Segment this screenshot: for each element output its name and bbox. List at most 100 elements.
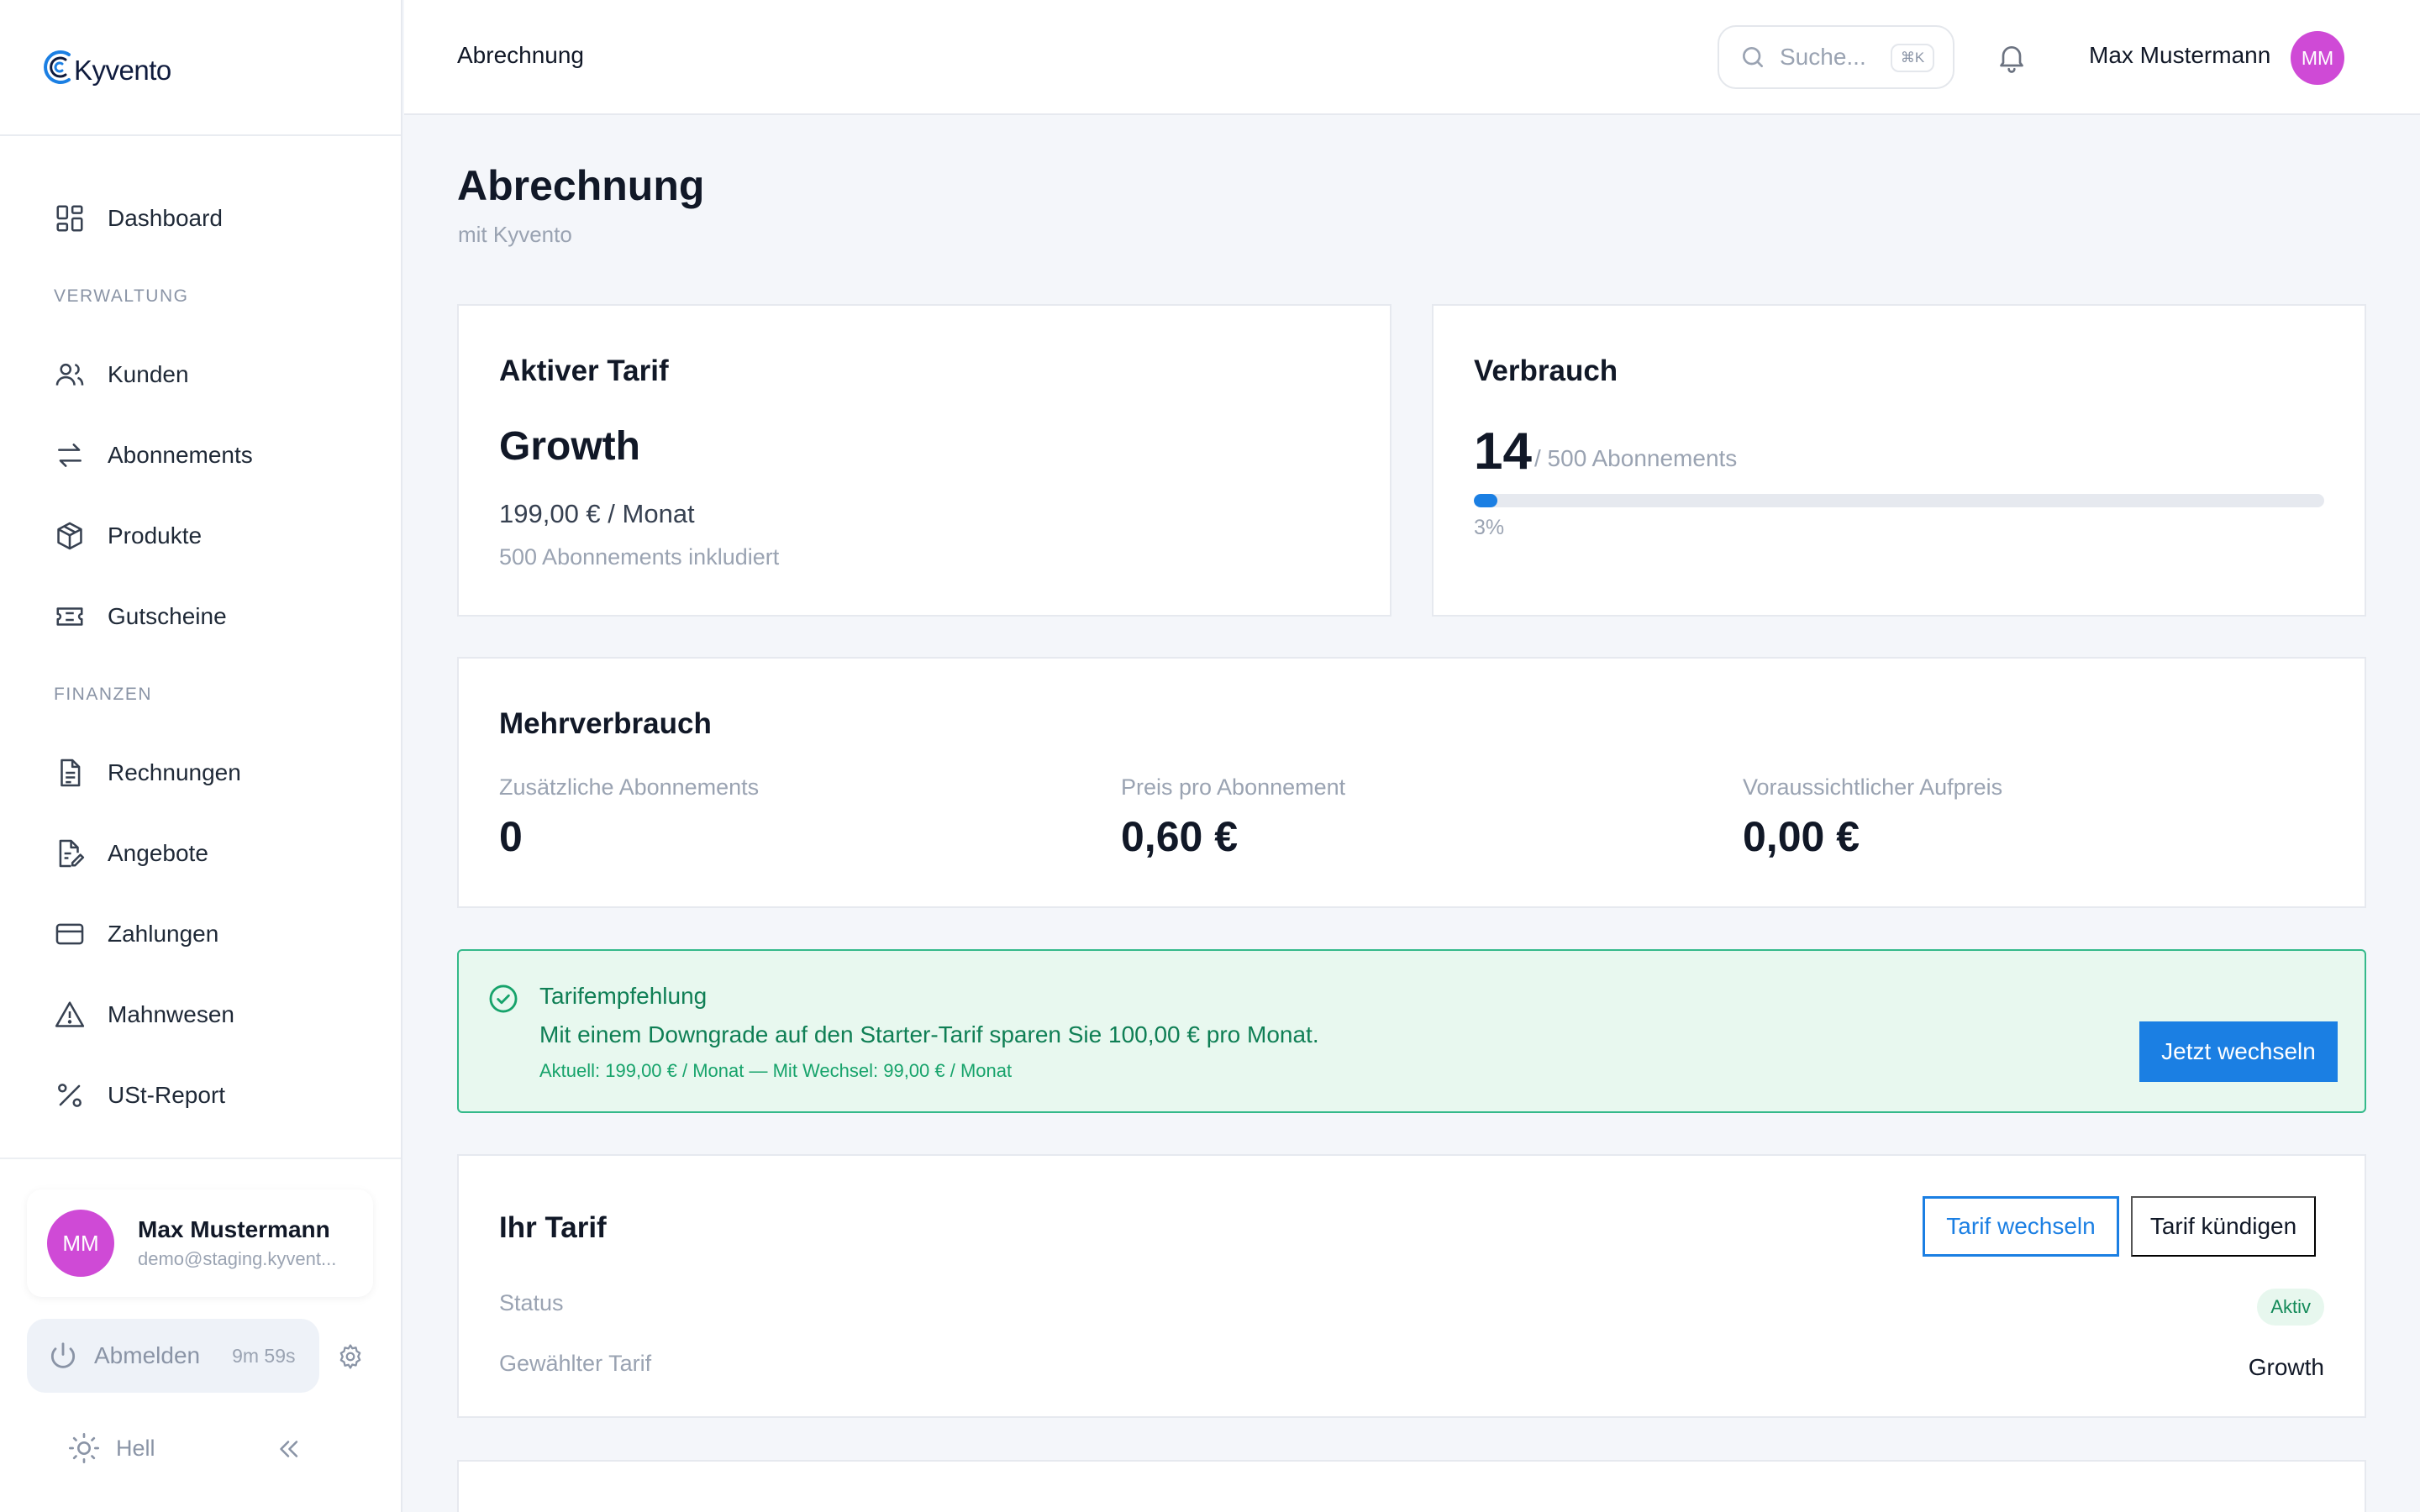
- sidebar-item-label: Produkte: [108, 522, 203, 549]
- card-title: Ihr Tarif: [499, 1211, 607, 1244]
- switch-now-button[interactable]: Jetzt wechseln: [2139, 1021, 2338, 1082]
- power-icon: [50, 1342, 76, 1368]
- user-meta: Max Mustermann demo@staging.kyvent...: [138, 1216, 336, 1270]
- sidebar: Kyvento Dashboard VERWALTUNG Kunden Abon…: [0, 0, 402, 1512]
- usage-progress-fill: [1474, 494, 1498, 507]
- session-timer: 9m 59s: [232, 1344, 296, 1367]
- sidebar-user-card[interactable]: MM Max Mustermann demo@staging.kyvent...: [27, 1189, 373, 1297]
- search-placeholder: Suche...: [1780, 44, 1866, 70]
- sidebar-item-label: Kunden: [108, 361, 189, 387]
- sidebar-nav: Dashboard VERWALTUNG Kunden Abonnements …: [0, 136, 401, 1136]
- metric-additional-subscriptions: Zusätzliche Abonnements 0: [499, 774, 759, 861]
- search-icon: [1743, 47, 1763, 67]
- sidebar-item-label: Zahlungen: [108, 921, 219, 947]
- warning-icon: [55, 1001, 85, 1027]
- invoice-icon: [60, 759, 81, 787]
- search-input[interactable]: Suche... ⌘K: [1718, 25, 1954, 89]
- metric-expected-surcharge: Voraussichtlicher Aufpreis 0,00 €: [1743, 774, 2002, 861]
- ticket-icon: [56, 607, 83, 626]
- next-card: [457, 1460, 2366, 1512]
- user-name: Max Mustermann: [138, 1216, 330, 1242]
- sidebar-item-label: Rechnungen: [108, 759, 241, 785]
- overage-card: Mehrverbrauch Zusätzliche Abonnements 0 …: [457, 657, 2366, 908]
- sidebar-item-kunden[interactable]: Kunden: [0, 334, 401, 415]
- logout-label: Abmelden: [94, 1342, 201, 1368]
- metric-price-per-subscription: Preis pro Abonnement 0,60 €: [1121, 774, 1345, 861]
- card-title: Aktiver Tarif: [499, 354, 669, 387]
- usage-limit: / 500 Abonnements: [1534, 445, 1738, 471]
- your-plan-card: Ihr Tarif Tarif wechseln Tarif kündigen …: [457, 1154, 2366, 1418]
- sidebar-item-abonnements[interactable]: Abonnements: [0, 415, 401, 496]
- plan-included: 500 Abonnements inkludiert: [499, 544, 780, 570]
- quote-icon: [59, 839, 85, 868]
- metric-label: Zusätzliche Abonnements: [499, 774, 760, 800]
- check-circle-icon: [489, 984, 518, 1013]
- metric-label: Voraussichtlicher Aufpreis: [1743, 774, 2003, 800]
- card-icon: [55, 923, 84, 945]
- sidebar-item-mahnwesen[interactable]: Mahnwesen: [0, 974, 401, 1055]
- theme-label: Hell: [116, 1435, 155, 1461]
- box-icon: [57, 522, 82, 550]
- bell-icon[interactable]: [1995, 40, 2028, 74]
- status-label: Status: [499, 1290, 564, 1315]
- selected-plan-value: Growth: [2248, 1354, 2324, 1380]
- sidebar-item-label: Gutscheine: [108, 603, 227, 629]
- users-icon: [55, 363, 84, 386]
- recommendation-title: Tarifempfehlung: [539, 983, 708, 1009]
- cancel-plan-button[interactable]: Tarif kündigen: [2131, 1196, 2316, 1257]
- logo-text: Kyvento: [74, 55, 171, 86]
- sidebar-item-label: Angebote: [108, 840, 208, 866]
- selected-plan-label: Gewählter Tarif: [499, 1351, 652, 1376]
- avatar: MM: [47, 1210, 114, 1277]
- logo-area: Kyvento: [0, 0, 401, 136]
- usage-current: 14: [1474, 423, 1532, 480]
- logout-button[interactable]: Abmelden 9m 59s: [27, 1319, 319, 1393]
- page-title: Abrechnung: [457, 162, 705, 209]
- chevrons-left-icon[interactable]: [274, 1435, 302, 1463]
- repeat-icon: [58, 444, 82, 467]
- metric-label: Preis pro Abonnement: [1121, 774, 1346, 800]
- sidebar-item-gutscheine[interactable]: Gutscheine: [0, 576, 401, 657]
- gear-icon[interactable]: [336, 1342, 365, 1371]
- topbar-user-name[interactable]: Max Mustermann: [2089, 42, 2270, 69]
- nav-section-finanzen: FINANZEN: [54, 685, 152, 704]
- metric-value: 0: [499, 813, 523, 860]
- change-plan-button[interactable]: Tarif wechseln: [1923, 1196, 2119, 1257]
- topbar-avatar[interactable]: MM: [2291, 31, 2344, 85]
- kyvento-logo[interactable]: Kyvento: [44, 46, 171, 88]
- sidebar-item-dashboard[interactable]: Dashboard: [0, 178, 401, 259]
- breadcrumb: Abrechnung: [457, 42, 585, 68]
- recommendation-text: Mit einem Downgrade auf den Starter-Tari…: [539, 1021, 1319, 1047]
- sidebar-item-angebote[interactable]: Angebote: [0, 813, 401, 894]
- card-title: Mehrverbrauch: [499, 707, 712, 740]
- page-subtitle: mit Kyvento: [458, 222, 572, 247]
- plan-recommendation-alert: Tarifempfehlung Mit einem Downgrade auf …: [457, 949, 2366, 1113]
- usage-percent: 3%: [1474, 516, 1505, 539]
- recommendation-detail: Aktuell: 199,00 € / Monat — Mit Wechsel:…: [539, 1060, 1013, 1081]
- dashboard-icon: [56, 205, 83, 232]
- percent-icon: [58, 1084, 82, 1107]
- user-email: demo@staging.kyvent...: [138, 1248, 337, 1269]
- sidebar-footer: MM Max Mustermann demo@staging.kyvent...…: [0, 1158, 401, 1463]
- status-badge: Aktiv: [2257, 1289, 2324, 1326]
- sidebar-item-ust-report[interactable]: USt-Report: [0, 1055, 401, 1136]
- topbar: Abrechnung Suche... ⌘K Max Mustermann MM: [404, 0, 2420, 115]
- nav-section-verwaltung: VERWALTUNG: [54, 286, 189, 306]
- sidebar-item-rechnungen[interactable]: Rechnungen: [0, 732, 401, 813]
- sidebar-item-produkte[interactable]: Produkte: [0, 496, 401, 576]
- card-title: Verbrauch: [1474, 354, 1618, 387]
- active-plan-card: Aktiver Tarif Growth 199,00 € / Monat 50…: [457, 304, 1392, 617]
- sidebar-item-zahlungen[interactable]: Zahlungen: [0, 894, 401, 974]
- usage-card: Verbrauch 14 / 500 Abonnements 3%: [1432, 304, 2366, 617]
- theme-toggle[interactable]: Hell: [67, 1431, 155, 1465]
- metric-value: 0,60 €: [1121, 813, 1239, 860]
- plan-name: Growth: [499, 424, 640, 469]
- plan-price: 199,00 € / Monat: [499, 499, 695, 528]
- sidebar-item-label: Dashboard: [108, 205, 223, 231]
- sidebar-item-label: Abonnements: [108, 442, 253, 468]
- sidebar-item-label: Mahnwesen: [108, 1001, 234, 1027]
- search-shortcut: ⌘K: [1891, 44, 1934, 72]
- sun-icon: [69, 1433, 99, 1463]
- sidebar-item-label: USt-Report: [108, 1082, 226, 1108]
- usage-progress-bar: [1474, 494, 2324, 507]
